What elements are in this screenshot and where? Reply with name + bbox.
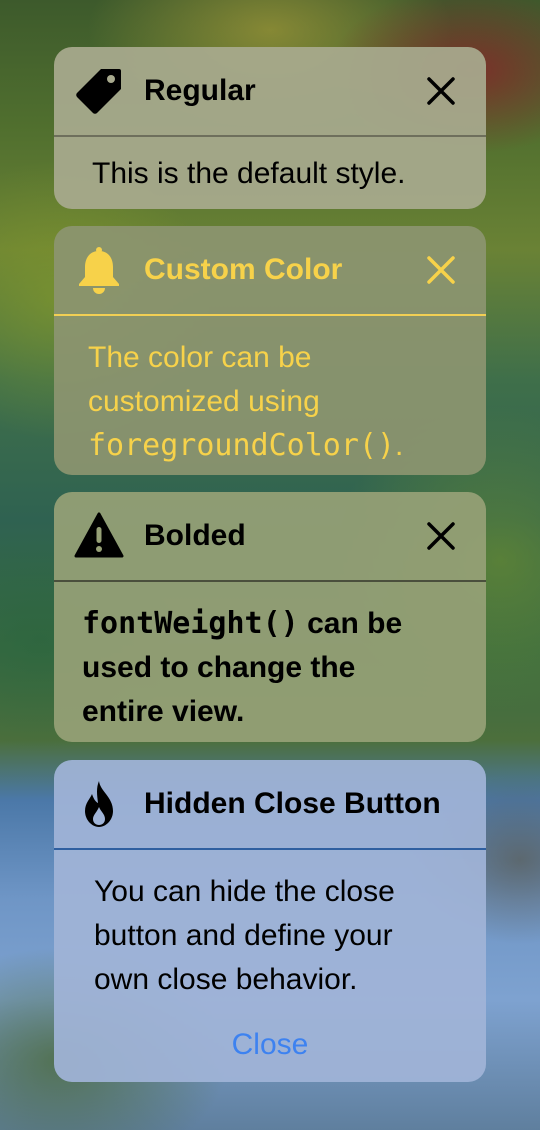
message-line: You can hide the close (94, 875, 395, 908)
code-text: foregroundColor() (88, 428, 396, 463)
warning-triangle-icon (74, 511, 124, 561)
message-line: entire view. (82, 695, 245, 728)
toast-message: fontWeight() can be used to change the e… (54, 582, 486, 734)
bell-icon (74, 245, 124, 295)
message-line: button and define your (94, 919, 393, 952)
toast-message: The color can be customized using foregr… (54, 316, 486, 468)
close-button[interactable]: Close (54, 1028, 486, 1062)
toast-regular: Regular This is the default style. (54, 47, 486, 209)
toast-hidden-close-button: Hidden Close Button You can hide the clo… (54, 760, 486, 1082)
toast-header: Regular (54, 47, 486, 135)
toast-bolded: Bolded fontWeight() can be used to chang… (54, 492, 486, 742)
close-icon[interactable] (424, 253, 458, 287)
code-text: fontWeight() (82, 606, 299, 641)
toast-custom-color: Custom Color The color can be customized… (54, 226, 486, 475)
toast-header: Custom Color (54, 226, 486, 314)
close-icon[interactable] (424, 74, 458, 108)
message-line: foregroundColor(). (88, 424, 462, 468)
message-line: fontWeight() can be (82, 602, 462, 646)
message-line: The color can be (88, 341, 312, 374)
message-line: own close behavior. (94, 963, 358, 996)
flame-icon (74, 779, 124, 829)
toast-header: Bolded (54, 492, 486, 580)
toast-message: You can hide the close button and define… (54, 850, 486, 1002)
message-text: can be (298, 607, 403, 640)
tag-icon (74, 66, 124, 116)
toast-title: Custom Color (144, 253, 343, 286)
message-line: used to change the (82, 651, 356, 684)
toast-title: Bolded (144, 519, 246, 552)
close-icon[interactable] (424, 519, 458, 553)
toast-title: Regular (144, 74, 256, 107)
toast-header: Hidden Close Button (54, 760, 486, 848)
toast-message: This is the default style. (92, 157, 406, 190)
message-line: customized using (88, 385, 320, 418)
toast-title: Hidden Close Button (144, 787, 441, 820)
message-text: . (395, 429, 404, 462)
